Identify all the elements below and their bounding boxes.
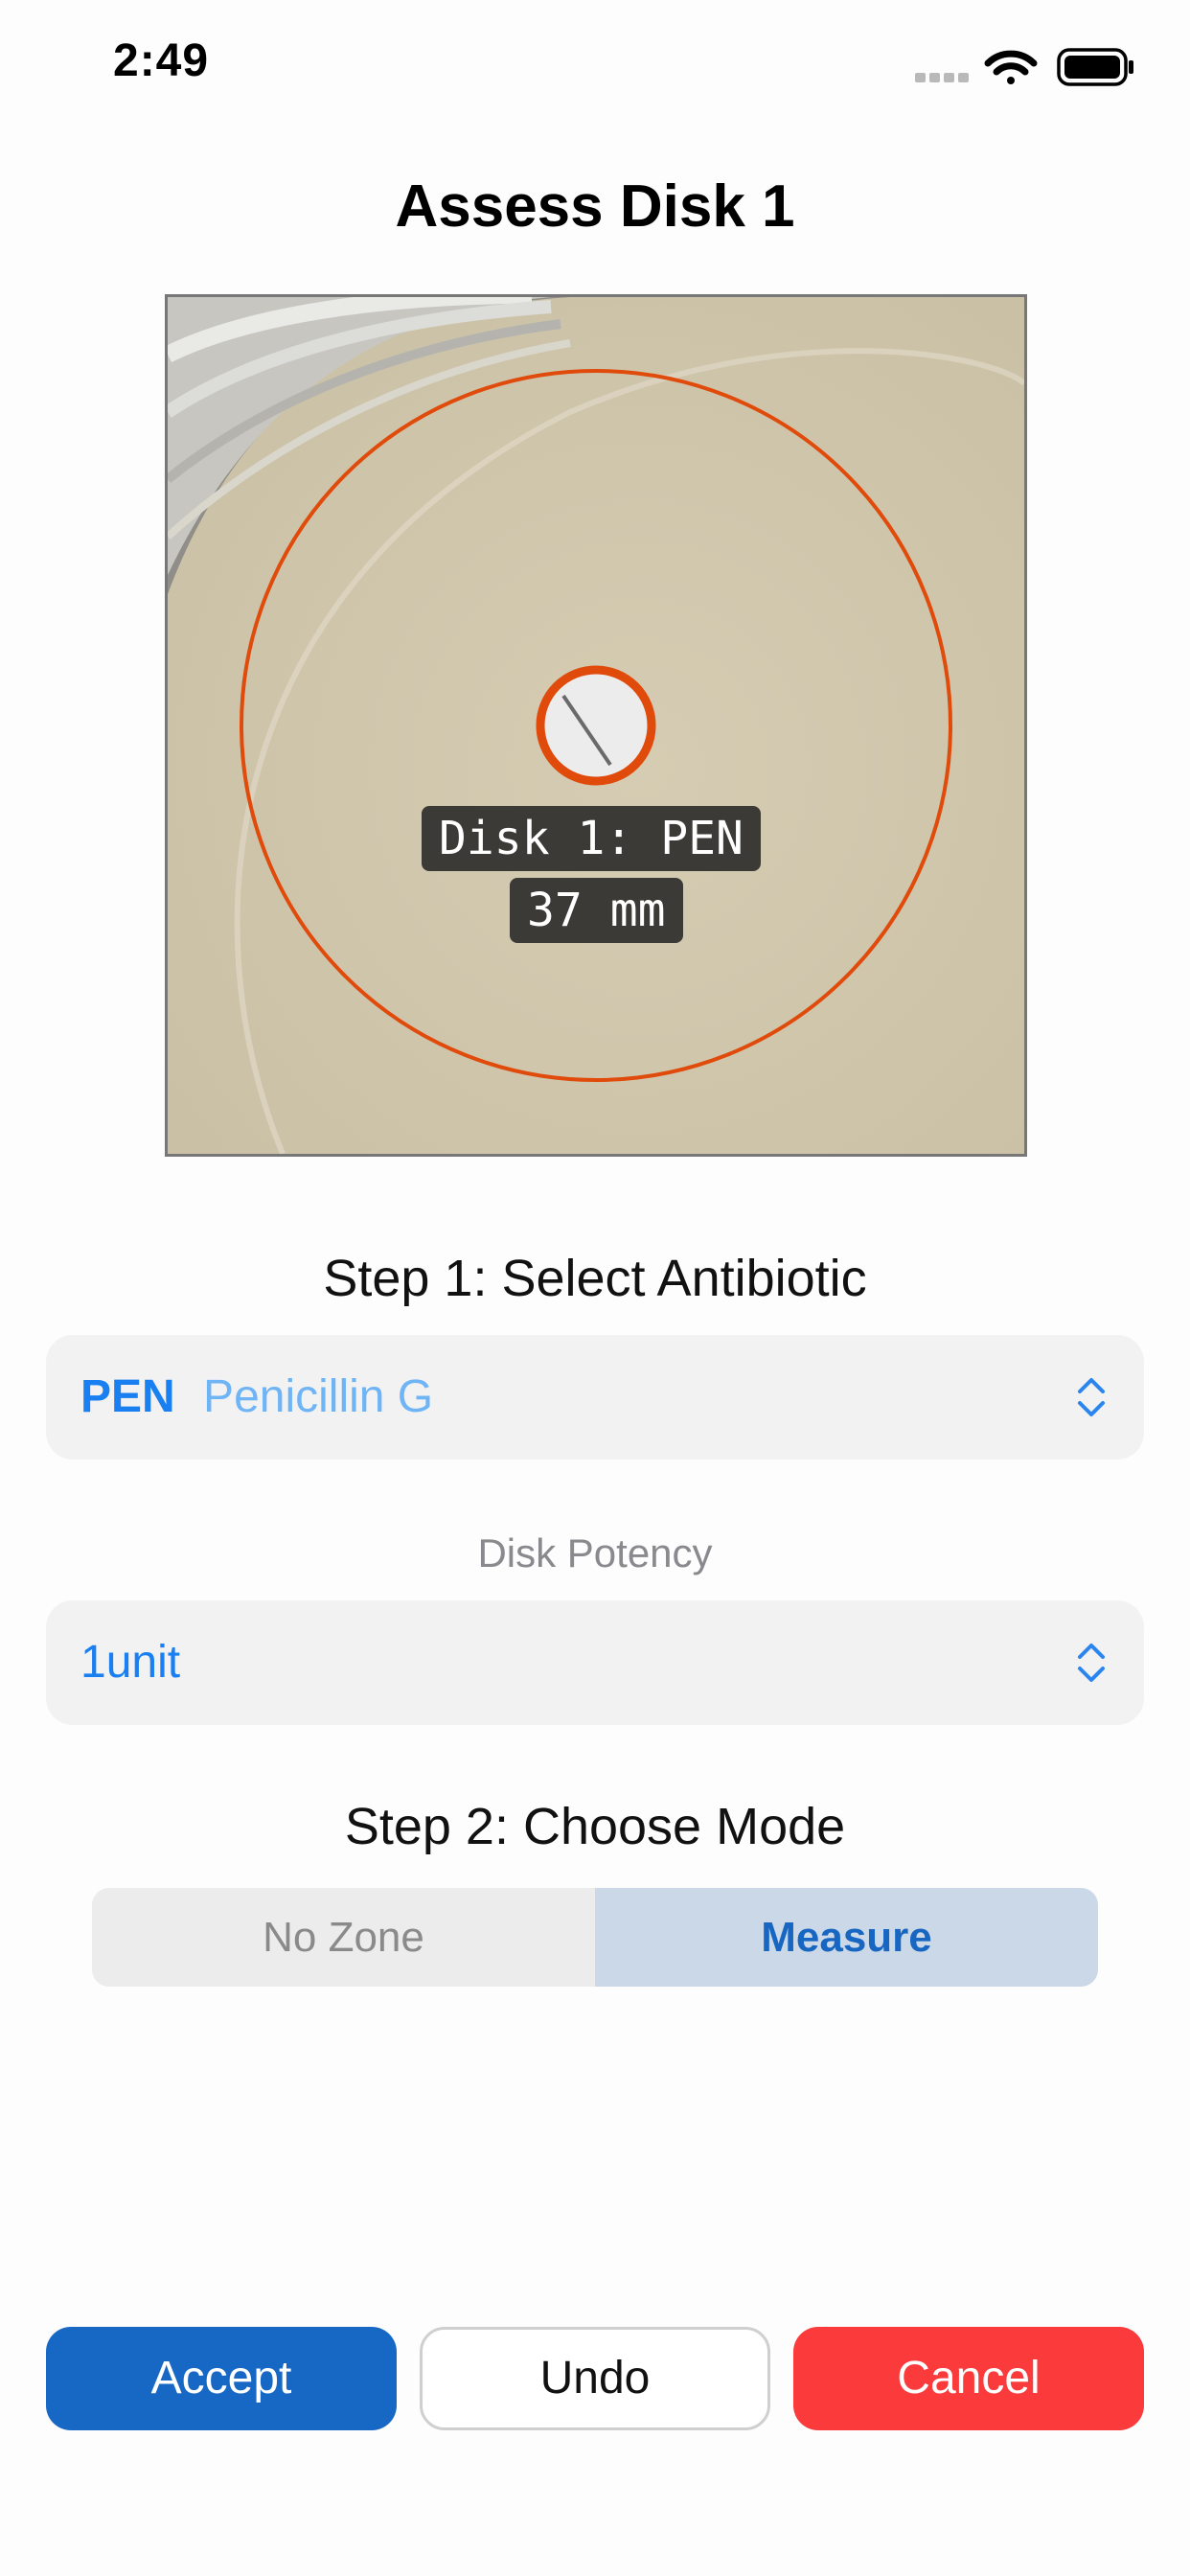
step2-title: Step 2: Choose Mode xyxy=(344,1798,846,1855)
mode-option-no-zone[interactable]: No Zone xyxy=(92,1888,595,1987)
chevron-up-down-icon xyxy=(1078,1644,1105,1682)
antibiotic-select[interactable]: PEN Penicillin G xyxy=(46,1335,1144,1460)
antibiotic-code: PEN xyxy=(80,1371,175,1422)
mode-segmented-control[interactable]: No Zone Measure xyxy=(92,1888,1098,1987)
page-title: Assess Disk 1 xyxy=(395,173,795,240)
petri-dish-image[interactable]: Disk 1: PEN 37 mm xyxy=(165,294,1027,1157)
potency-select[interactable]: 1unit xyxy=(46,1600,1144,1725)
accept-button[interactable]: Accept xyxy=(46,2327,397,2430)
antibiotic-name: Penicillin G xyxy=(203,1371,434,1422)
petri-dish-photo xyxy=(168,297,1024,1154)
undo-button[interactable]: Undo xyxy=(420,2327,770,2430)
antibiotic-select-value: PEN Penicillin G xyxy=(80,1335,433,1460)
potency-select-value: 1unit xyxy=(80,1637,181,1688)
status-time: 2:49 xyxy=(113,35,210,86)
status-icons xyxy=(915,42,1135,90)
signal-icon xyxy=(915,73,969,82)
zone-diameter-label: 37 mm xyxy=(510,878,683,943)
wifi-icon xyxy=(984,50,1038,84)
chevron-up-down-icon xyxy=(1078,1378,1105,1416)
battery-icon xyxy=(1057,48,1133,86)
step1-title: Step 1: Select Antibiotic xyxy=(323,1250,867,1307)
disk-label: Disk 1: PEN xyxy=(422,806,761,871)
cancel-button[interactable]: Cancel xyxy=(793,2327,1144,2430)
mode-option-measure[interactable]: Measure xyxy=(595,1888,1098,1987)
disk-potency-label: Disk Potency xyxy=(477,1530,713,1576)
